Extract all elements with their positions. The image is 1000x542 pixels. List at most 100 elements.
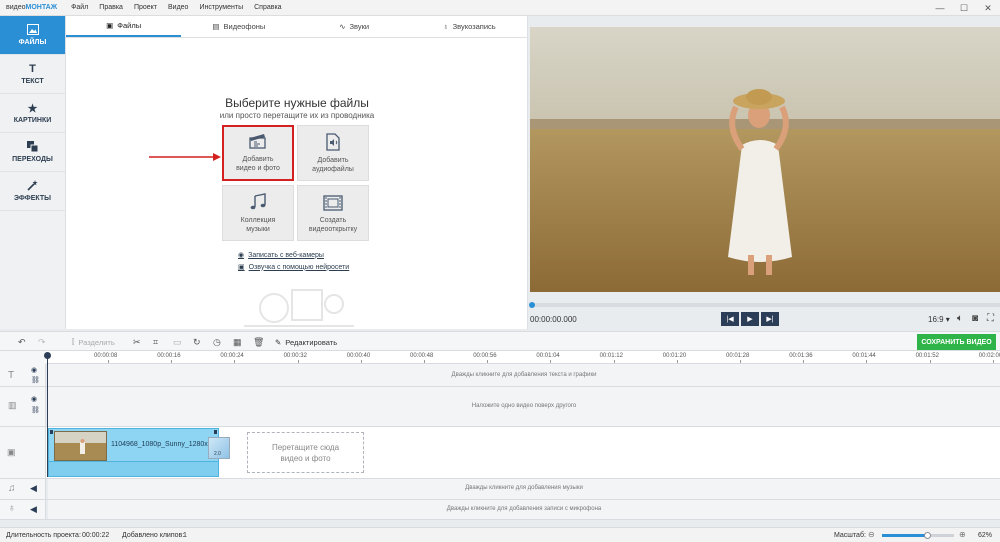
clip-trim-right[interactable] — [214, 430, 217, 434]
menu-file[interactable]: Файл — [71, 4, 88, 11]
previous-frame-button[interactable]: |◀ — [721, 312, 739, 326]
overlay-track-hint: Наложите одно видео поверх другого — [471, 403, 577, 409]
add-audio-button[interactable]: Добавить аудиофайлы — [297, 125, 369, 181]
menu-help[interactable]: Справка — [254, 4, 281, 11]
ruler-tick-label: 00:00:08 — [94, 353, 118, 359]
clip-thumbnail — [54, 431, 107, 461]
music-collection-button[interactable]: Коллекция музыки — [222, 185, 294, 241]
speaker-icon[interactable]: ◀︎ — [30, 483, 37, 494]
zoom-in-icon[interactable]: ⊕ — [959, 530, 966, 539]
star-icon: ★ — [27, 103, 38, 115]
tab-files[interactable]: ▣ Файлы — [66, 16, 182, 37]
ai-voice-link[interactable]: ▣ Озвучка с помощью нейросети — [238, 263, 349, 272]
play-button[interactable]: ▶ — [741, 312, 759, 326]
webcam-link[interactable]: ◉ Записать с веб-камеры — [238, 251, 324, 260]
tab-backgrounds[interactable]: ▤ Видеофоны — [181, 16, 296, 37]
redo-icon[interactable]: ↷ — [38, 336, 46, 348]
next-frame-button[interactable]: ▶| — [761, 312, 779, 326]
create-video-card-button[interactable]: Создать видеооткрытку — [297, 185, 369, 241]
microphone-icon: ♁ — [8, 503, 16, 514]
frame-icon[interactable]: ▭ — [173, 336, 182, 348]
timeline-toolbar: ↶ ↷ ⫿ Разделить ✂ ⌗ ▭ ↻ ◷ ▦ 🗑︎ ✎ Редактиро… — [0, 331, 1000, 351]
menu-video[interactable]: Видео — [168, 4, 188, 11]
ruler-tick-label: 00:02:00 — [978, 353, 1000, 359]
menu-edit[interactable]: Правка — [99, 4, 123, 11]
enhance-icon[interactable]: ▦ — [233, 336, 242, 348]
fullscreen-icon[interactable]: ⛶ — [987, 313, 994, 324]
sidebar-item-effects[interactable]: ЭФФЕКТЫ — [0, 172, 65, 211]
sidebar-item-files[interactable]: ФАЙЛЫ — [0, 16, 65, 55]
music-note-icon: ♫ — [8, 483, 16, 494]
seek-handle[interactable] — [529, 302, 535, 308]
webcam-icon: ◉ — [238, 252, 245, 259]
ruler-tick — [424, 360, 425, 363]
menu-tools[interactable]: Инструменты — [199, 4, 243, 11]
maximize-icon[interactable]: ☐ — [952, 0, 976, 16]
sidebar-item-label: ПЕРЕХОДЫ — [12, 156, 53, 163]
snapshot-icon[interactable]: ◙ — [972, 313, 978, 324]
transition-thumbnail[interactable]: 2.0 — [208, 437, 230, 459]
camera-icon: ▣ — [7, 447, 16, 457]
eye-icon[interactable]: ◉ — [31, 366, 37, 374]
wand-icon — [27, 180, 38, 192]
sidebar-item-transitions[interactable]: ПЕРЕХОДЫ — [0, 133, 65, 172]
aspect-ratio-select[interactable]: 16:9 ▾ — [928, 315, 950, 324]
ruler-tick-label: 00:00:32 — [283, 353, 307, 359]
zoom-out-icon[interactable]: ⊖ — [868, 530, 875, 539]
minimize-icon[interactable]: — — [928, 0, 952, 16]
ruler-tick — [992, 360, 994, 363]
waveform-icon: ∿ — [339, 22, 346, 31]
video-preview[interactable] — [530, 27, 1000, 292]
speed-icon[interactable]: ◷ — [213, 336, 221, 348]
save-video-button[interactable]: СОХРАНИТЬ ВИДЕО — [917, 334, 996, 350]
seek-bar[interactable] — [530, 303, 1000, 307]
tab-sounds[interactable]: ∿ Звуки — [297, 16, 412, 37]
speaker-icon[interactable]: ◀︎ — [30, 504, 37, 515]
add-video-photo-button[interactable]: Добавить видео и фото — [222, 125, 294, 181]
playhead[interactable] — [44, 352, 51, 477]
clip-audio-lane — [49, 461, 218, 476]
clip-trim-left[interactable] — [50, 430, 53, 434]
zoom-slider[interactable] — [882, 534, 954, 537]
close-icon[interactable]: ✕ — [976, 0, 1000, 16]
rotate-icon[interactable]: ↻ — [193, 336, 201, 348]
microphone-icon: ♁ — [443, 22, 449, 31]
zoom-slider-handle[interactable] — [923, 532, 931, 539]
playback-controls: |◀ ▶ ▶| — [721, 312, 779, 326]
image-icon — [26, 24, 39, 36]
music-notes-icon — [249, 193, 267, 211]
menubar: видеоМОНТАЖ Файл Правка Проект Видео Инс… — [0, 0, 1000, 16]
eye-icon[interactable]: ◉ — [31, 395, 37, 403]
ruler-tick — [929, 360, 931, 363]
ruler-spacer — [0, 351, 46, 364]
split-button[interactable]: ⫿ Разделить — [72, 336, 115, 348]
ruler-tick-label: 00:01:04 — [536, 353, 560, 359]
playhead-handle[interactable] — [44, 352, 51, 359]
link-icon[interactable]: ⛓︎ — [31, 406, 40, 414]
sidebar-item-text[interactable]: T ТЕКСТ — [0, 55, 65, 94]
crop-icon[interactable]: ⌗ — [153, 336, 158, 348]
ruler-tick — [550, 360, 552, 363]
cut-icon[interactable]: ✂ — [133, 336, 141, 348]
skip-forward-icon: ▶| — [766, 316, 774, 323]
video-dropzone[interactable]: Перетащите сюда видео и фото — [247, 432, 364, 473]
undo-icon[interactable]: ↶ — [18, 336, 26, 348]
sidebar-item-pictures[interactable]: ★ КАРТИНКИ — [0, 94, 65, 133]
menu-project[interactable]: Проект — [134, 4, 157, 11]
tab-recording[interactable]: ♁ Звукозапись — [412, 16, 527, 37]
overlay-icon: ▥ — [8, 400, 17, 410]
pencil-icon: ✎ — [275, 337, 282, 347]
video-clip[interactable]: 1104968_1080p_Sunny_1280x720 — [48, 428, 219, 477]
link-icon[interactable]: ⛓︎ — [31, 376, 40, 384]
ruler-tick-label: 00:00:56 — [473, 353, 497, 359]
edit-button[interactable]: ✎ Редактировать — [275, 336, 337, 348]
ruler-tick — [866, 360, 868, 363]
mic-track-hint: Дважды кликните для добавления записи с … — [446, 506, 602, 512]
split-icon: ⫿ — [72, 337, 75, 346]
timeline-ruler[interactable]: 00:00:08 00:00:16 00:00:24 00:00:32 00:00:40… — [46, 351, 1000, 364]
delete-icon[interactable]: 🗑︎ — [253, 336, 264, 348]
ruler-tick — [803, 360, 805, 363]
status-bar: Длительность проекта: 00:00:22 Добавлено… — [0, 527, 1000, 542]
volume-icon[interactable]: 🔈︎ — [957, 313, 963, 324]
window-controls: — ☐ ✕ — [928, 0, 1000, 16]
